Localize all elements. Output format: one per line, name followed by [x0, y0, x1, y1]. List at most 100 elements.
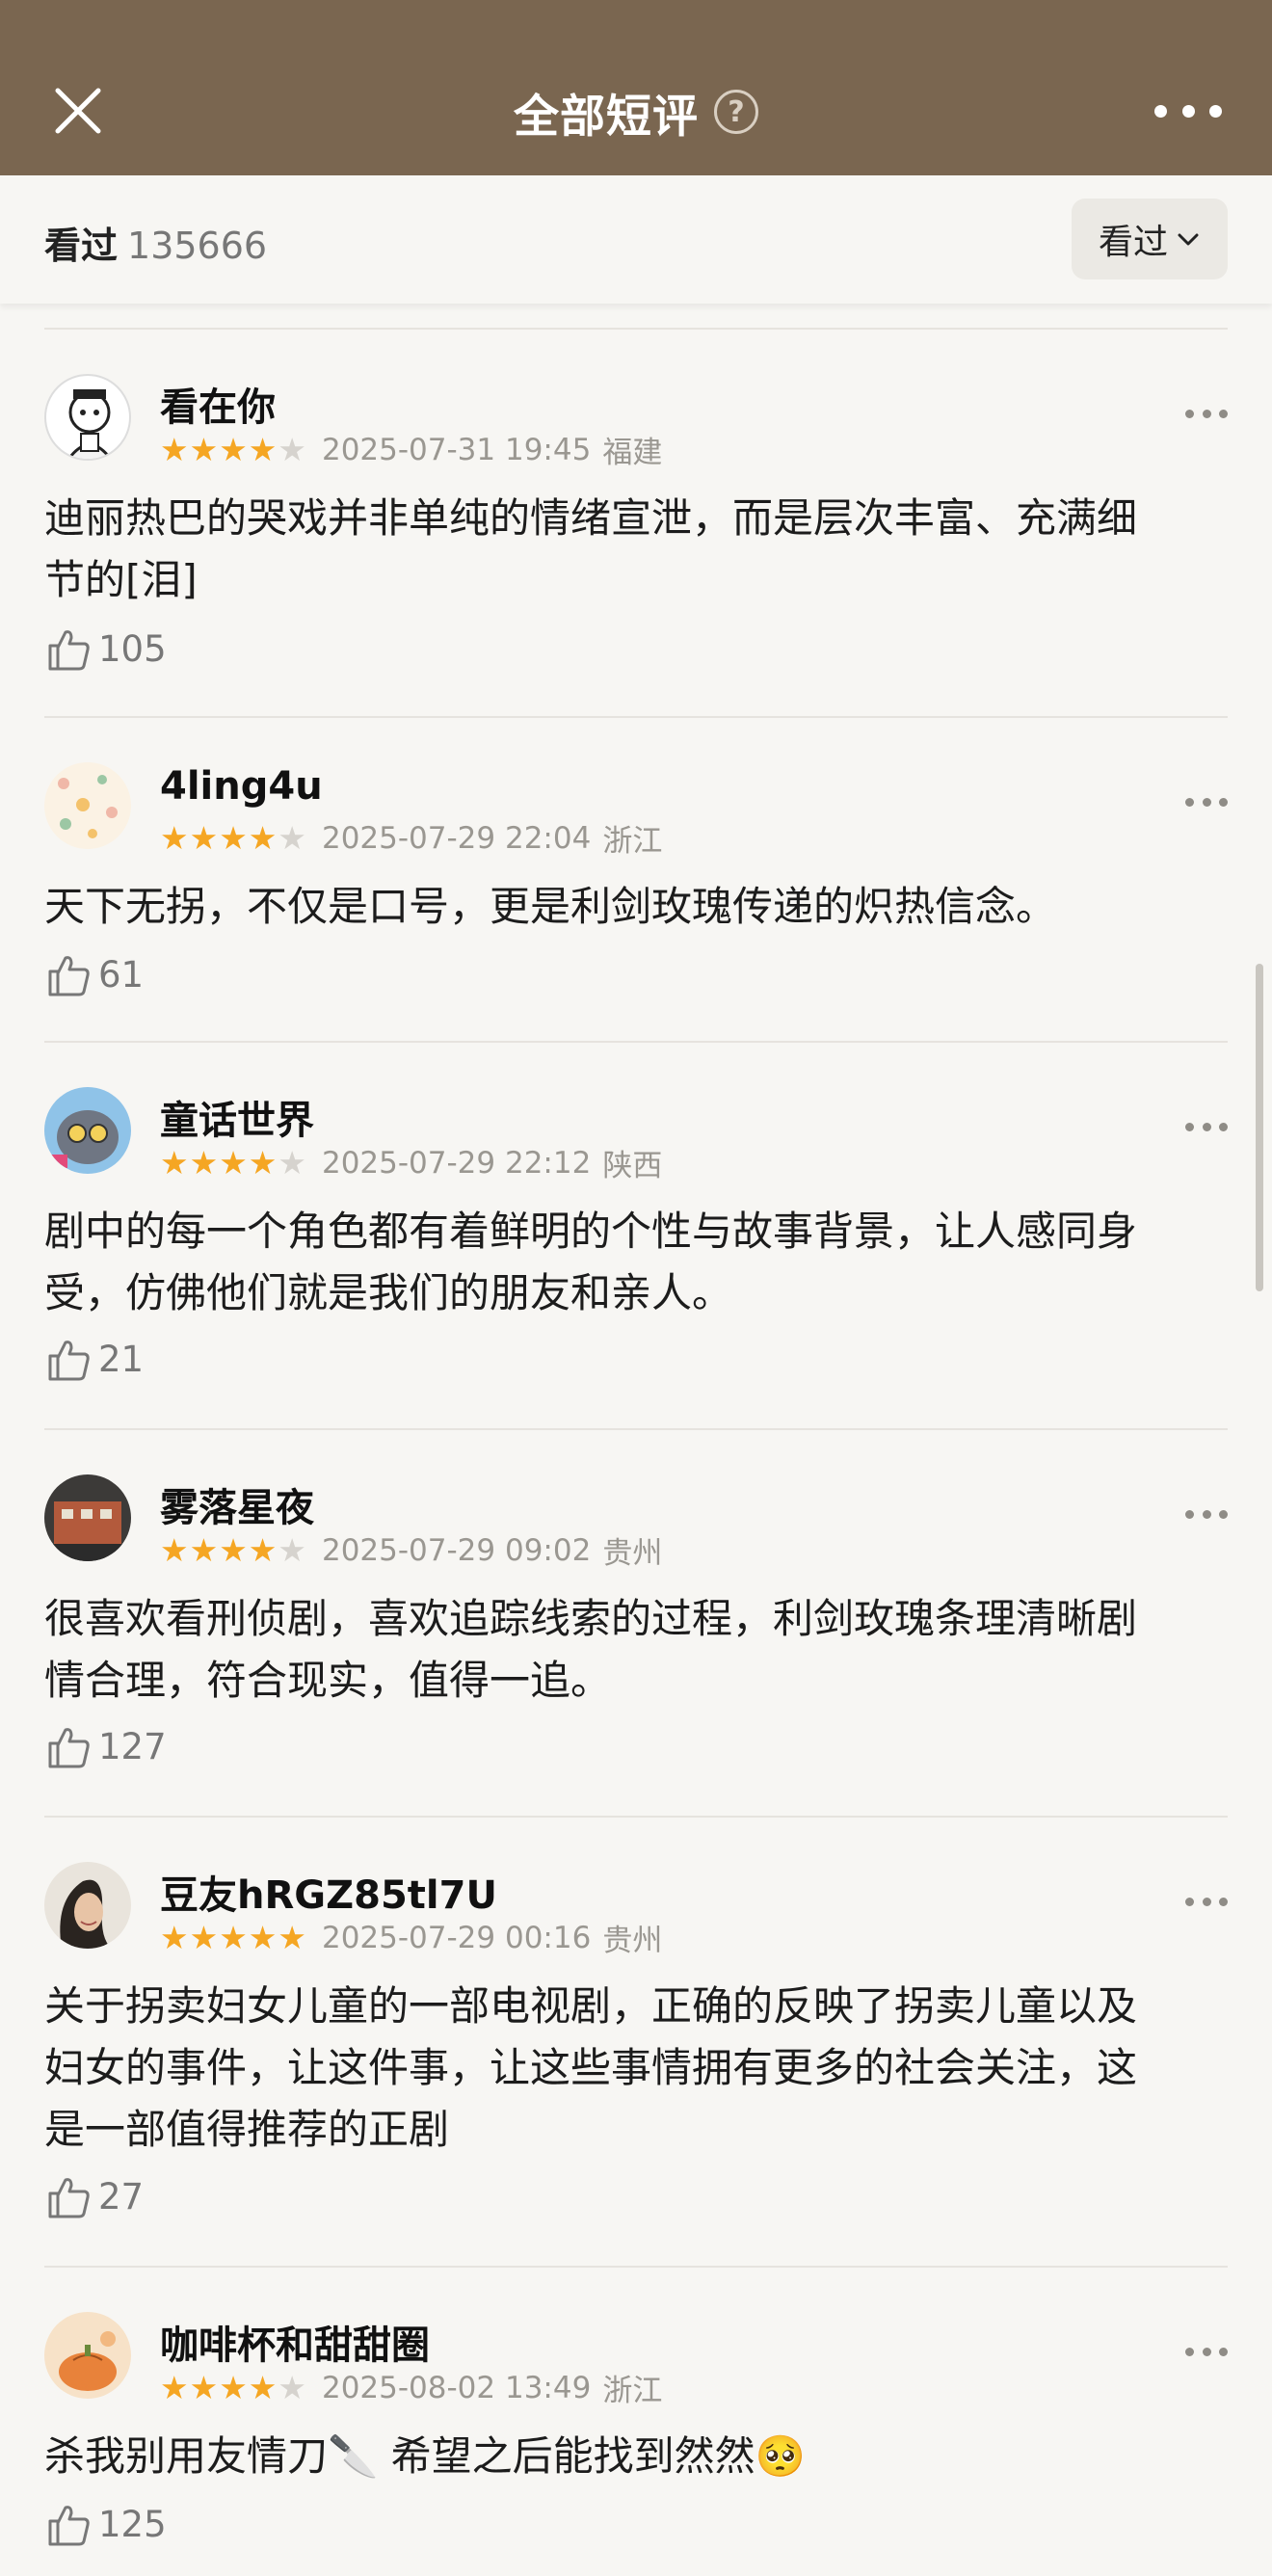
star-icon: ★: [219, 1531, 248, 1569]
review-text-line: 是一部值得推荐的正剧: [44, 2106, 450, 2153]
star-icon: ★: [160, 1531, 189, 1569]
star-icon: ★: [248, 1531, 278, 1569]
more-options-icon[interactable]: [1185, 410, 1228, 423]
divider: [44, 716, 1228, 718]
star-rating: ★ ★ ★ ★ ★: [160, 1147, 306, 1179]
star-icon: ★: [219, 1919, 248, 1956]
top-nav-bar: 全部短评 ?: [0, 0, 1272, 175]
review-location: 贵州: [602, 1536, 663, 1571]
review-date: 2025-07-29 00:16: [321, 1920, 592, 1955]
star-icon: ★: [219, 1144, 248, 1182]
star-icon: ★: [160, 431, 189, 468]
star-icon: ★: [219, 819, 248, 857]
thumbs-up-icon: [48, 1728, 90, 1768]
like-button[interactable]: 21: [44, 1335, 144, 1383]
review-text[interactable]: 剧中的每一个角色都有着鲜明的个性与故事背景，让人感同身 受，仿佛他们就是我们的朋…: [44, 1201, 1230, 1324]
more-horizontal-icon[interactable]: [1154, 96, 1222, 125]
star-icon: ★: [189, 2369, 219, 2406]
like-button[interactable]: 105: [44, 624, 167, 673]
reviewer-name[interactable]: 4ling4u: [160, 764, 323, 809]
star-icon: ★: [189, 1144, 219, 1182]
dropdown-label: 看过: [1098, 223, 1168, 262]
star-icon: ★: [248, 2369, 278, 2406]
star-rating: ★ ★ ★ ★ ★: [160, 434, 306, 465]
review-text[interactable]: 关于拐卖妇女儿童的一部电视剧，正确的反映了拐卖儿童以及 妇女的事件，让这件事，让…: [44, 1976, 1230, 2161]
review-text[interactable]: 杀我别用友情刀🔪 希望之后能找到然然🥺: [44, 2426, 1230, 2487]
star-icon: ★: [278, 1531, 306, 1569]
review-text[interactable]: 天下无拐，不仅是口号，更是利剑玫瑰传递的炽热信念。: [44, 876, 1230, 938]
reviewer-name[interactable]: 咖啡杯和甜甜圈: [160, 2314, 430, 2370]
star-rating: ★ ★ ★ ★ ★: [160, 1534, 306, 1566]
review-meta: ★ ★ ★ ★ ★ 2025-08-02 13:49 浙江: [160, 2366, 662, 2409]
title-group: 全部短评 ?: [0, 83, 1272, 144]
avatar[interactable]: [44, 762, 131, 849]
review-text[interactable]: 迪丽热巴的哭戏并非单纯的情绪宣泄，而是层次丰富、充满细 节的[泪]: [44, 488, 1230, 611]
like-button[interactable]: 61: [44, 950, 144, 998]
reviewer-name[interactable]: 看在你: [160, 376, 276, 432]
more-options-icon[interactable]: [1185, 1898, 1228, 1911]
star-icon: ★: [248, 1919, 278, 1956]
avatar[interactable]: [44, 1474, 131, 1561]
review-location: 福建: [602, 436, 663, 470]
star-rating: ★ ★ ★ ★ ★: [160, 822, 306, 854]
like-button[interactable]: 127: [44, 1722, 167, 1770]
star-icon: ★: [160, 1144, 189, 1182]
review-date: 2025-07-29 22:04: [321, 820, 592, 856]
thumbs-up-icon: [48, 2506, 90, 2546]
review-meta: ★ ★ ★ ★ ★ 2025-07-29 09:02 贵州: [160, 1528, 662, 1572]
review-text-line: 杀我别用友情刀🔪 希望之后能找到然然🥺: [44, 2432, 806, 2480]
star-icon: ★: [160, 2369, 189, 2406]
more-options-icon[interactable]: [1185, 798, 1228, 811]
scrollbar[interactable]: [1256, 964, 1263, 1291]
thumbs-up-icon: [48, 630, 90, 671]
star-icon: ★: [189, 1919, 219, 1956]
review-meta: ★ ★ ★ ★ ★ 2025-07-29 22:12 陕西: [160, 1141, 662, 1184]
review-text-line: 很喜欢看刑侦剧，喜欢追踪线索的过程，利剑玫瑰条理清晰剧: [44, 1595, 1138, 1642]
avatar[interactable]: [44, 2312, 131, 2399]
divider: [44, 1428, 1228, 1430]
reviewer-name[interactable]: 童话世界: [160, 1089, 314, 1145]
review-text[interactable]: 很喜欢看刑侦剧，喜欢追踪线索的过程，利剑玫瑰条理清晰剧 情合理，符合现实，值得一…: [44, 1588, 1230, 1712]
star-icon: ★: [278, 819, 306, 857]
star-icon: ★: [219, 2369, 248, 2406]
review-text-line: 情合理，符合现实，值得一追。: [44, 1657, 612, 1704]
avatar[interactable]: [44, 374, 131, 461]
reviewer-name[interactable]: 雾落星夜: [160, 1476, 314, 1532]
star-icon: ★: [278, 431, 306, 468]
more-options-icon[interactable]: [1185, 1123, 1228, 1136]
review-meta: ★ ★ ★ ★ ★ 2025-07-29 00:16 贵州: [160, 1916, 662, 1959]
avatar[interactable]: [44, 1087, 131, 1174]
star-icon: ★: [278, 1919, 306, 1956]
star-icon: ★: [189, 1531, 219, 1569]
divider: [44, 2266, 1228, 2268]
star-icon: ★: [189, 819, 219, 857]
like-count: 127: [98, 1725, 167, 1767]
review-date: 2025-07-29 09:02: [321, 1532, 592, 1568]
thumbs-up-icon: [48, 1341, 90, 1381]
star-icon: ★: [160, 819, 189, 857]
star-icon: ★: [278, 2369, 306, 2406]
like-button[interactable]: 125: [44, 2500, 167, 2548]
divider: [44, 1041, 1228, 1043]
like-button[interactable]: 27: [44, 2172, 144, 2220]
review-date: 2025-08-02 13:49: [321, 2370, 592, 2405]
star-icon: ★: [248, 431, 278, 468]
review-text-line: 关于拐卖妇女儿童的一部电视剧，正确的反映了拐卖儿童以及: [44, 1982, 1138, 2030]
review-location: 浙江: [602, 824, 663, 859]
review-location: 陕西: [602, 1149, 663, 1183]
more-options-icon[interactable]: [1185, 1510, 1228, 1524]
divider: [44, 1816, 1228, 1818]
star-icon: ★: [248, 819, 278, 857]
watched-label: 看过: [44, 225, 119, 267]
review-date: 2025-07-31 19:45: [321, 432, 592, 467]
avatar[interactable]: [44, 1862, 131, 1949]
more-options-icon[interactable]: [1185, 2348, 1228, 2361]
status-filter-dropdown[interactable]: 看过: [1072, 199, 1228, 279]
like-count: 125: [98, 2503, 167, 2545]
question-circle-icon[interactable]: ?: [714, 90, 758, 134]
review-text-line: 受，仿佛他们就是我们的朋友和亲人。: [44, 1269, 733, 1316]
review-location: 贵州: [602, 1924, 663, 1958]
reviewer-name[interactable]: 豆友hRGZ85tl7U: [160, 1864, 497, 1920]
review-meta: ★ ★ ★ ★ ★ 2025-07-31 19:45 福建: [160, 428, 662, 471]
chevron-down-icon: [1178, 233, 1199, 246]
